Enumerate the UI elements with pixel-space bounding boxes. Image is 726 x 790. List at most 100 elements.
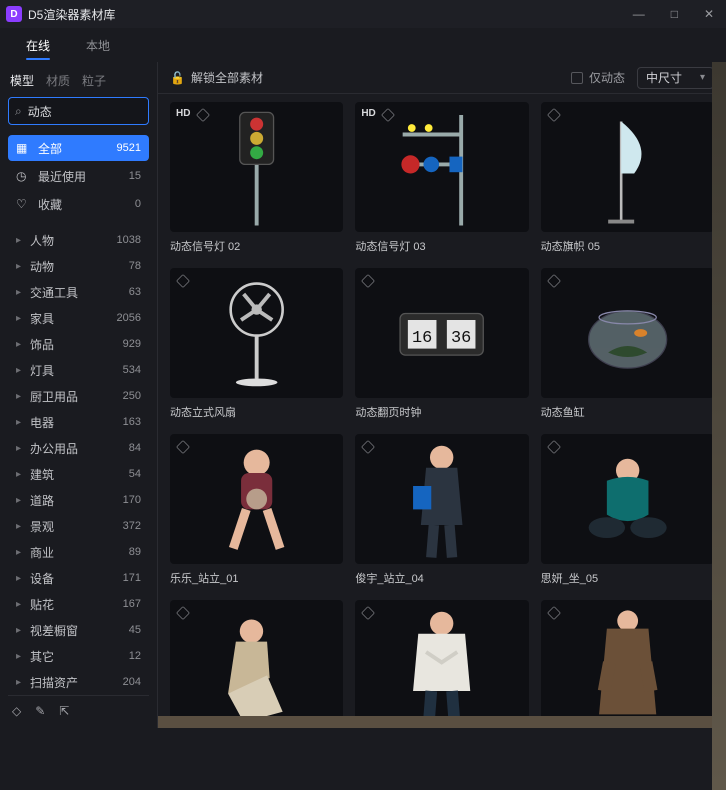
maximize-button[interactable]: □ [665,5,684,23]
nav-fav-label: 收藏 [38,196,62,213]
category-list: ▸人物1038▸动物78▸交通工具63▸家具2056▸饰品929▸灯具534 ▸ 厨… [8,227,149,695]
chevron-right-icon: ▸ [16,651,22,662]
title-left: D D5渲染器素材库 [6,6,115,23]
category-item[interactable]: ▸扫描资产204 [8,669,149,695]
cat-tab-particle[interactable]: 粒子 [82,72,106,89]
content-toolbar: 🔓 解锁全部素材 仅动态 中尺寸 ▾ [158,62,726,94]
asset-card[interactable]: 梓恒_站立_01 [355,600,528,728]
category-item[interactable]: ▸人物1038 [8,227,149,253]
category-label: 道路 [30,492,54,509]
unlock-all-button[interactable]: 🔓 解锁全部素材 [170,69,263,86]
asset-card[interactable]: 乐乐_站立_01 [170,434,343,586]
asset-name: 动态翻页时钟 [355,404,528,420]
chevron-right-icon: ▸ [16,261,22,272]
category-count: 250 [123,390,141,402]
tab-local[interactable]: 本地 [68,29,128,62]
asset-thumbnail[interactable] [541,268,714,398]
tool-edit-icon[interactable]: ✎ [35,704,45,718]
asset-card[interactable]: 1636 动态翻页时钟 [355,268,528,420]
asset-thumbnail[interactable]: 1636 [355,268,528,398]
asset-card[interactable]: HD动态信号灯 02 [170,102,343,254]
asset-card[interactable]: 俊宇_站立_04 [355,434,528,586]
category-item[interactable]: ▸景观372 [8,513,149,539]
tool-shape-icon[interactable]: ◇ [12,704,21,718]
category-count: 1038 [117,234,141,246]
category-label: 厨卫用品 [30,388,78,405]
svg-text:36: 36 [451,329,471,348]
cat-tab-model[interactable]: 模型 [10,72,34,89]
category-count: 54 [129,468,141,480]
category-label: 家具 [30,310,54,327]
content-area: 🔓 解锁全部素材 仅动态 中尺寸 ▾ HD动态信号灯 02HD 动态信号灯 03 动… [158,62,726,728]
asset-name: 动态立式风扇 [170,404,343,420]
asset-thumbnail[interactable] [170,434,343,564]
asset-thumbnail[interactable] [355,434,528,564]
category-item[interactable]: ▸视差橱窗45 [8,617,149,643]
chevron-right-icon: ▸ [16,495,22,506]
category-item[interactable]: ▸道路170 [8,487,149,513]
asset-card[interactable]: 梓恒_坐_02 [170,600,343,728]
app-logo-icon: D [6,6,22,22]
thumbnail-size-select[interactable]: 中尺寸 ▾ [637,67,714,89]
asset-card[interactable]: 动态鱼缸 [541,268,714,420]
tab-online[interactable]: 在线 [8,29,68,62]
cat-tab-material[interactable]: 材质 [46,72,70,89]
asset-thumbnail[interactable] [170,268,343,398]
category-count: 372 [123,520,141,532]
category-item[interactable]: ▸电器163 [8,409,149,435]
asset-card[interactable]: 思妍_坐_05 [541,434,714,586]
category-label: 设备 [30,570,54,587]
asset-card[interactable]: HD 动态信号灯 03 [355,102,528,254]
asset-name: 思妍_坐_05 [541,570,714,586]
nav-all[interactable]: ▦ 全部 9521 [8,135,149,161]
category-item[interactable]: ▸商业89 [8,539,149,565]
category-item[interactable]: ▸建筑54 [8,461,149,487]
only-dynamic-checkbox[interactable]: 仅动态 [571,69,625,86]
category-item[interactable]: ▸灯具534 [8,357,149,383]
asset-thumbnail[interactable]: HD [355,102,528,232]
asset-card[interactable]: 动态旗帜 05 [541,102,714,254]
nav-recent[interactable]: ◷ 最近使用 15 [8,163,149,189]
asset-thumbnail[interactable] [541,600,714,728]
category-item[interactable]: ▸设备171 [8,565,149,591]
nav-favorites[interactable]: ♡ 收藏 0 [8,191,149,217]
unlock-label: 解锁全部素材 [191,69,263,86]
asset-name: 俊宇_站立_04 [355,570,528,586]
category-count: 45 [129,624,141,636]
asset-thumbnail[interactable] [170,600,343,728]
asset-name: 乐乐_站立_01 [170,570,343,586]
chevron-right-icon: ▸ [16,521,22,532]
category-item[interactable]: ▸家具2056 [8,305,149,331]
category-item[interactable]: ▸贴花167 [8,591,149,617]
category-nav: ▦ 全部 9521 ◷ 最近使用 15 ♡ 收藏 0 ▸人物1038▸动物78▸… [8,135,149,695]
category-label: 交通工具 [30,284,78,301]
asset-thumbnail[interactable]: HD [170,102,343,232]
asset-thumbnail[interactable] [541,434,714,564]
category-item[interactable]: ▸其它12 [8,643,149,669]
asset-grid: HD动态信号灯 02HD 动态信号灯 03 动态旗帜 05 动态立式风扇 1636 动态翻… [158,94,726,728]
tool-link-icon[interactable]: ⇱ [59,704,69,718]
category-item[interactable]: ▸饰品929 [8,331,149,357]
asset-thumbnail[interactable] [541,102,714,232]
grid-icon: ▦ [16,141,30,155]
asset-thumbnail[interactable] [355,600,528,728]
category-item[interactable]: ▸ 厨卫用品 250 [8,383,149,409]
category-count: 167 [123,598,141,610]
minimize-button[interactable]: — [627,5,651,23]
category-item[interactable]: ▸动物78 [8,253,149,279]
search-box[interactable]: ⌕ ✕ [8,97,149,125]
only-dynamic-label: 仅动态 [589,69,625,86]
asset-card[interactable]: 浩然_打电话_01 [541,600,714,728]
category-count: 89 [129,546,141,558]
chevron-right-icon: ▸ [16,547,22,558]
category-item[interactable]: ▸办公用品84 [8,435,149,461]
category-item[interactable]: ▸交通工具63 [8,279,149,305]
chevron-right-icon: ▸ [16,391,22,402]
chevron-right-icon: ▸ [16,599,22,610]
asset-name: 动态信号灯 03 [355,238,528,254]
nav-all-label: 全部 [38,140,62,157]
layout: 模型 材质 粒子 ⌕ ✕ ▦ 全部 9521 ◷ 最近使用 15 ♡ 收藏 0 [0,62,726,728]
close-button[interactable]: ✕ [698,5,720,23]
asset-card[interactable]: 动态立式风扇 [170,268,343,420]
category-label: 饰品 [30,336,54,353]
